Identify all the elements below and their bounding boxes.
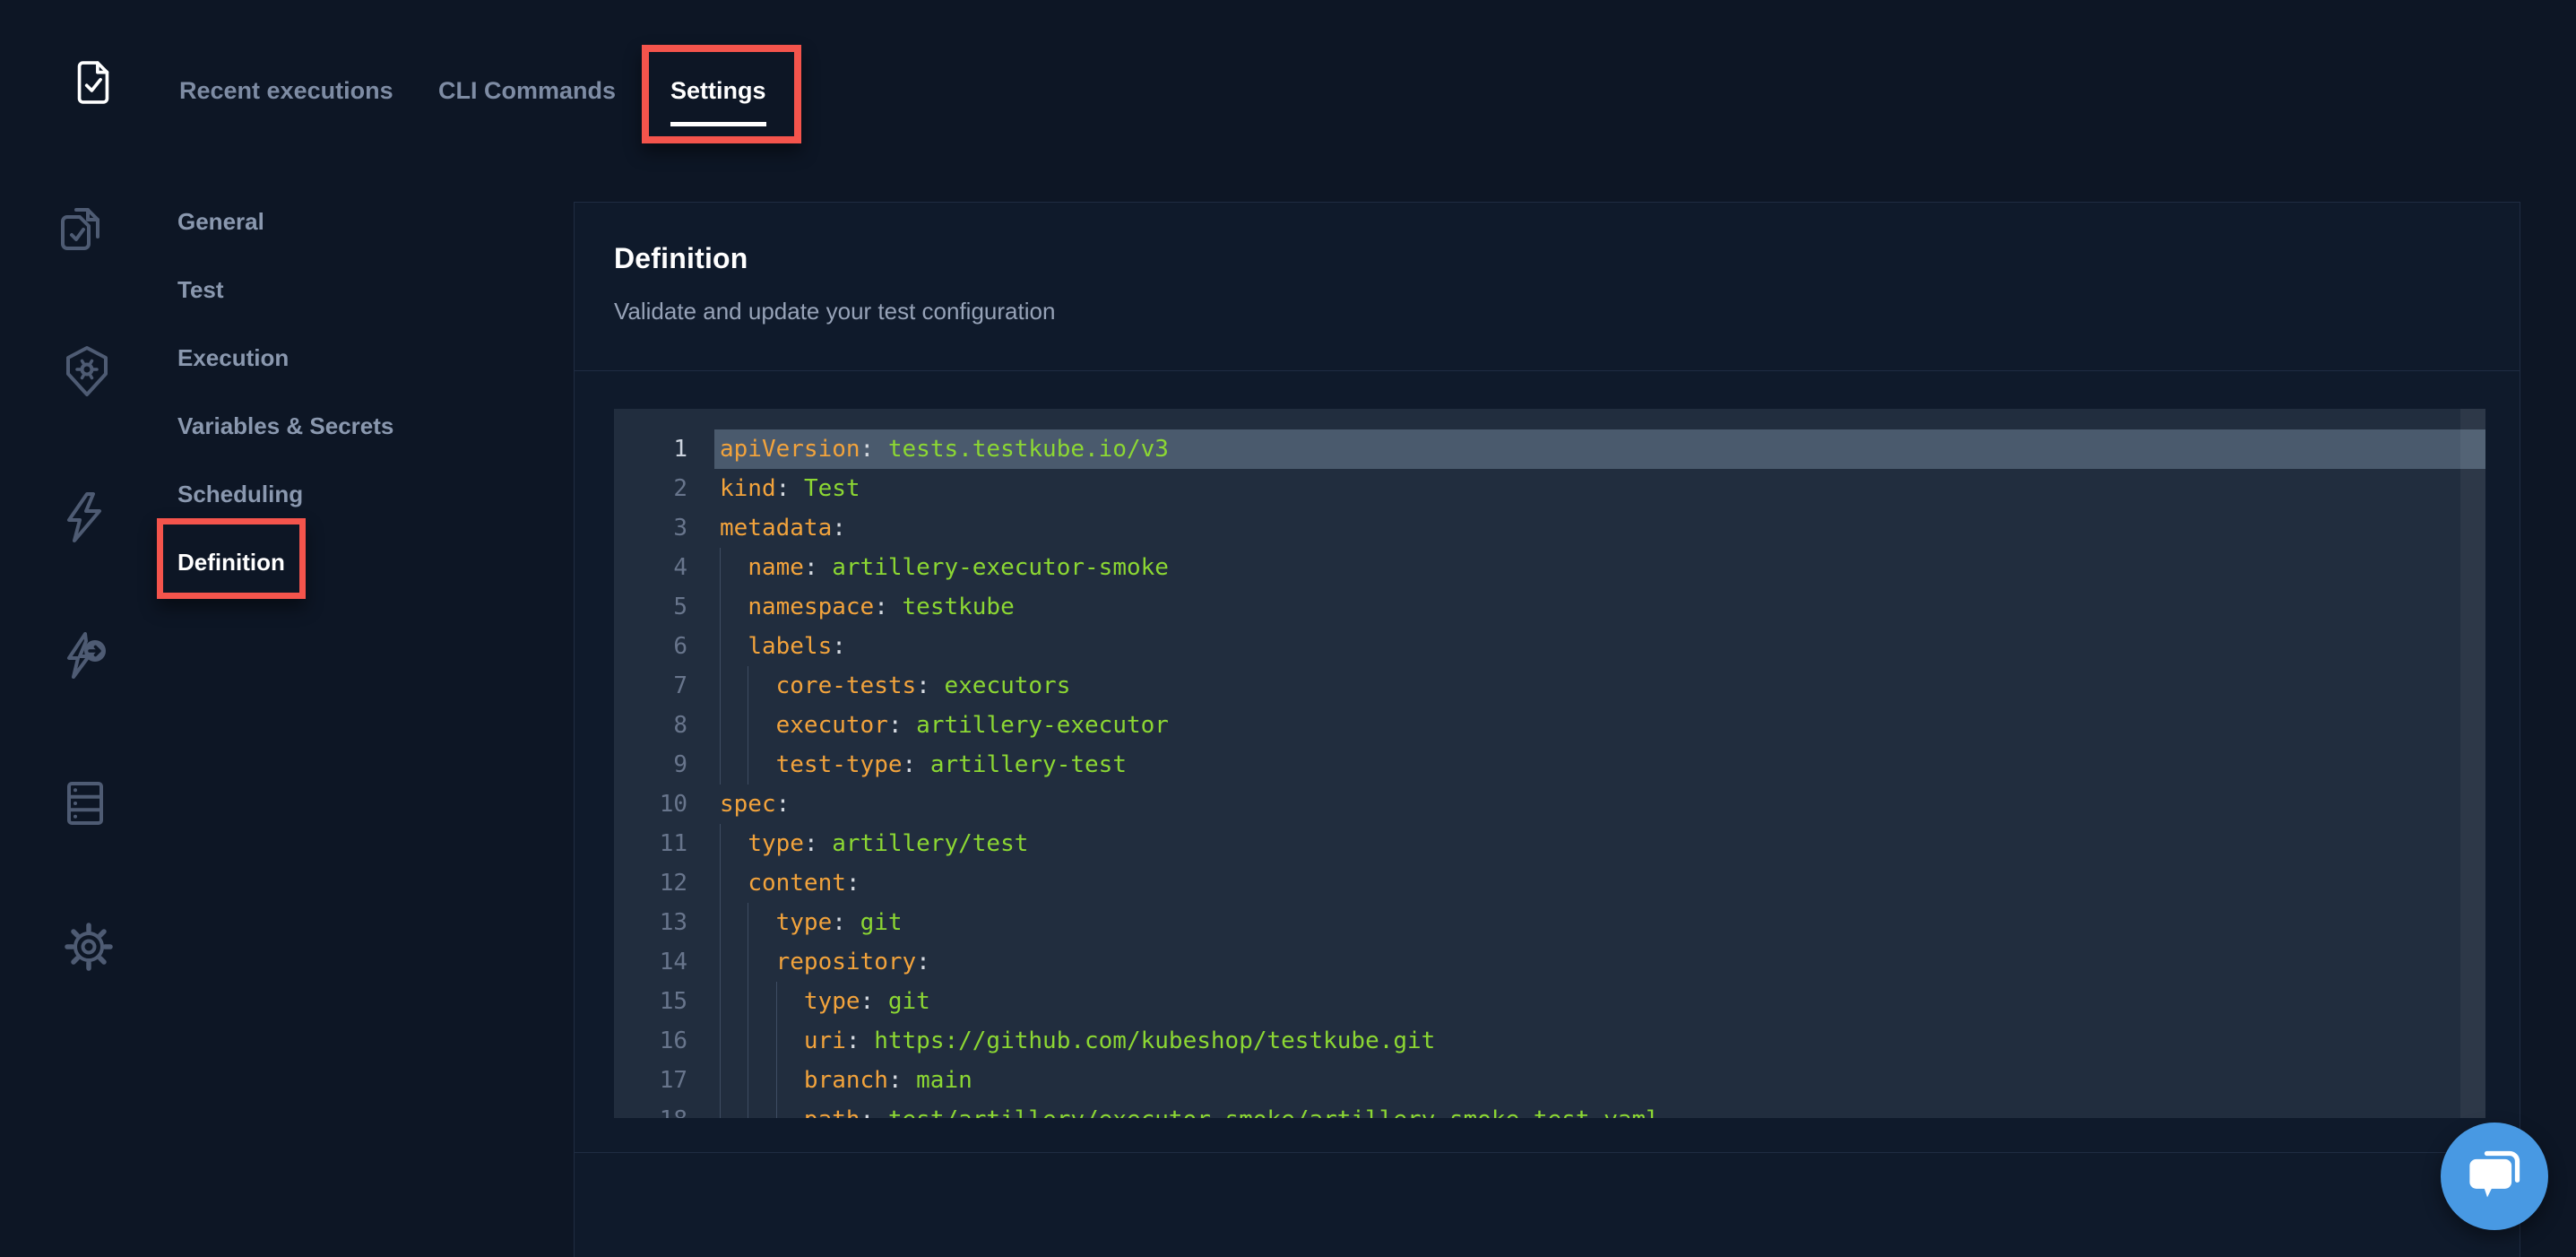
definition-panel: Definition Validate and update your test… [574,202,2520,1257]
code-line: 13 type: git [614,903,2485,942]
code-line: 8 executor: artillery-executor [614,706,2485,745]
code-text: type: git [720,903,903,942]
code-line: 9 test-type: artillery-test [614,745,2485,785]
code-text: content: [720,863,860,903]
panel-header: Definition Validate and update your test… [575,203,2520,371]
line-number: 17 [614,1061,687,1100]
code-text: metadata: [720,508,846,548]
menu-item-general[interactable]: General [177,201,264,242]
code-text: name: artillery-executor-smoke [720,548,1169,587]
code-text: labels: [720,627,846,666]
line-number: 7 [614,666,687,706]
code-text: apiVersion: tests.testkube.io/v3 [720,429,1169,469]
menu-item-variables-secrets[interactable]: Variables & Secrets [177,405,393,446]
app-root: Recent executions CLI Commands Settings Ge… [0,0,2576,1257]
code-line: 14 repository: [614,942,2485,982]
menu-item-definition[interactable]: Definition [177,542,285,583]
editor-scrollbar[interactable] [2460,409,2485,1118]
panel-footer: Save [575,1152,2520,1257]
test-document-check-icon [70,59,117,113]
line-number: 10 [614,785,687,824]
gear-icon[interactable] [60,918,117,975]
shield-gear-icon[interactable] [58,342,116,400]
lightning-arrow-icon[interactable] [58,628,116,686]
line-number: 5 [614,587,687,627]
code-line: 2 kind: Test [614,469,2485,508]
line-number: 2 [614,469,687,508]
code-line: 16 uri: https://github.com/kubeshop/test… [614,1021,2485,1061]
code-text: spec: [720,785,790,824]
menu-item-scheduling[interactable]: Scheduling [177,473,303,515]
code-text: namespace: testkube [720,587,1015,627]
code-text: type: artillery/test [720,824,1028,863]
server-stack-icon[interactable] [56,775,114,832]
code-text: test-type: artillery-test [720,745,1127,785]
code-text: branch: main [720,1061,972,1100]
yaml-editor[interactable]: 1 apiVersion: tests.testkube.io/v3 2 kind: … [614,409,2485,1118]
line-number: 18 [614,1100,687,1118]
code-line: 10 spec: [614,785,2485,824]
code-text: core-tests: executors [720,666,1070,706]
panel-title: Definition [614,242,748,275]
code-line: 1 apiVersion: tests.testkube.io/v3 [614,429,2485,469]
code-line: 7 core-tests: executors [614,666,2485,706]
code-line: 11 type: artillery/test [614,824,2485,863]
code-line: 12 content: [614,863,2485,903]
tab-cli-commands[interactable]: CLI Commands [438,75,616,106]
line-number: 12 [614,863,687,903]
line-number: 15 [614,982,687,1021]
code-line: 15 type: git [614,982,2485,1021]
code-text: path: test/artillery/executor-smoke/arti… [720,1100,1660,1118]
line-number: 14 [614,942,687,982]
documents-check-icon[interactable] [55,202,112,259]
panel-subtitle: Validate and update your test configurat… [614,298,1055,325]
tab-recent-executions[interactable]: Recent executions [179,75,393,106]
code-line: 3 metadata: [614,508,2485,548]
line-number: 11 [614,824,687,863]
line-number: 13 [614,903,687,942]
code-line: 4 name: artillery-executor-smoke [614,548,2485,587]
line-number: 6 [614,627,687,666]
chat-bubble-icon [2464,1146,2525,1207]
code-text: type: git [720,982,930,1021]
line-number: 4 [614,548,687,587]
menu-item-execution[interactable]: Execution [177,337,289,378]
code-line: 17 branch: main [614,1061,2485,1100]
line-number: 3 [614,508,687,548]
code-line: 18 path: test/artillery/executor-smoke/a… [614,1100,2485,1118]
code-line: 6 labels: [614,627,2485,666]
code-text: executor: artillery-executor [720,706,1169,745]
code-text: kind: Test [720,469,860,508]
line-number: 16 [614,1021,687,1061]
line-number: 1 [614,429,687,469]
code-lines: 1 apiVersion: tests.testkube.io/v3 2 kind: … [614,429,2485,1118]
code-text: uri: https://github.com/kubeshop/testkub… [720,1021,1435,1061]
code-text: repository: [720,942,930,982]
chat-launcher[interactable] [2441,1123,2548,1230]
line-number: 9 [614,745,687,785]
tab-settings[interactable]: Settings [670,75,766,106]
menu-item-test[interactable]: Test [177,269,224,310]
lightning-icon[interactable] [56,489,114,546]
code-line: 5 namespace: testkube [614,587,2485,627]
line-number: 8 [614,706,687,745]
